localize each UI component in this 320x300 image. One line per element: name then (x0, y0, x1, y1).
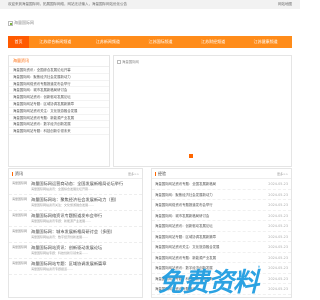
news-description: 海量国际网站资讯：全国综合发展论坛开幕…… (31, 187, 95, 191)
sitemap-link[interactable]: 网站地图 (278, 0, 292, 9)
sidebar-box: 海量资讯 海量国际资讯：全国综合发展论坛开幕 海量国际网：聚焦经济社会发展新动力海… (8, 55, 110, 167)
sidebar-link[interactable]: 海量国际网站资讯：创新驱动发展论坛 (9, 94, 109, 101)
news-item[interactable]: 海量国际网 海量国际网站资讯：创新驱动发展论坛 海量国际网站专题：科技创新引领未来…… (9, 243, 142, 259)
broken-image-icon (8, 20, 13, 26)
news-description: 海量国际网站资讯关注：文化旅游融合发展…… (31, 203, 95, 207)
news-item[interactable]: 海量国际网 海量国际网站专题：区域协调发展新篇章 海量国际网站资讯专题报道…… (9, 259, 142, 275)
news-item[interactable]: 海量国际网 海量国际网：城市发展新格局研讨会（多图） 海量国际网站资讯：数字经济创新… (9, 227, 142, 243)
banner-alt-text: 海量国际网 (122, 60, 139, 64)
experience-more-link[interactable]: 更多>> (277, 169, 288, 179)
experience-panel-header: 经验 更多>> (152, 169, 291, 179)
news-thumbnail[interactable]: 海量国际网 (12, 245, 28, 257)
news-panel-title: 资讯 (15, 170, 23, 176)
nav-item[interactable]: 江苏综合新闻频道 (29, 36, 82, 48)
news-item[interactable]: 海量国际网 海量国际网运营商动态：全国发展新格局论坛举行 海量国际网站资讯：全国综合… (9, 179, 142, 195)
top-bar: 欢迎来到海量国际网，拓展国际网络，网站无法输入，海量国际网站优化公告 网站地图 (0, 0, 300, 9)
nav-item[interactable]: 江苏国际频道 (134, 36, 187, 48)
sidebar-link[interactable]: 海量国际网：聚焦经济社会发展新动力 (9, 74, 109, 81)
news-thumbnail[interactable]: 海量国际网 (12, 181, 28, 193)
list-item-title[interactable]: 海量国际网：城市发展新格局研讨会 (155, 211, 266, 221)
nav-item[interactable]: 江苏财经频道 (187, 36, 240, 48)
main-banner: 海量国际网 (113, 55, 292, 167)
list-item[interactable]: 海量国际网：城市发展新格局研讨会 2024-05-23 (152, 211, 291, 221)
sidebar-link[interactable]: 海量国际网站专题：区域协调发展新篇章 (9, 101, 109, 108)
list-item-title[interactable]: 海量国际网：聚焦经济社会发展新动力 (155, 190, 266, 200)
nav-item[interactable]: 江苏健康频道 (239, 36, 292, 48)
list-item-date: 2024-05-23 (268, 213, 288, 218)
watermark-text: 免费资料 (158, 268, 259, 298)
list-item-date: 2024-05-23 (268, 182, 288, 186)
broken-image-icon (117, 59, 121, 64)
list-item-date: 2024-05-23 (268, 234, 288, 239)
news-item[interactable]: 海量国际网 海量国际网络资讯专题报道发布会举行 海量国际网站资讯专题：新能源产业发展… (9, 211, 142, 227)
list-item-title[interactable]: 海量国际网络资讯专题报道发布会举行 (155, 200, 266, 210)
logo-alt-text: 海量国际网 (14, 20, 34, 25)
list-item-date: 2024-05-23 (268, 255, 288, 260)
watermark-suffix: 。 (258, 263, 263, 269)
list-item[interactable]: 海量国际网站资讯专题：全国发展新格局 2024-05-23 (152, 179, 291, 190)
news-thumbnail[interactable]: 海量国际网 (12, 197, 28, 209)
welcome-text: 欢迎来到海量国际网，拓展国际网络，网站无法输入，海量国际网站优化公告 (8, 2, 127, 6)
sidebar-link[interactable]: 海量国际网站资讯专题：新能源产业发展 (9, 115, 109, 122)
list-item-title[interactable]: 海量国际网站资讯专题：新能源产业发展 (155, 253, 266, 263)
list-item-title[interactable]: 海量国际网站资讯：创新驱动发展论坛 (155, 221, 266, 231)
list-item-date: 2024-05-23 (268, 192, 288, 197)
sidebar-link[interactable]: 海量国际网站专题：科技创新引领未来 (9, 128, 109, 135)
watermark-logo: 免费资料。 (158, 262, 294, 298)
sidebar-link[interactable]: 海量国际网站资讯关注：文化旅游融合发展 (9, 108, 109, 115)
banner-image[interactable]: 海量国际网 (117, 59, 139, 64)
sidebar-link[interactable]: 海量国际网络资讯专题报道发布会举行 (9, 81, 109, 88)
news-description: 海量国际网站资讯专题：新能源产业发展…… (31, 219, 92, 223)
experience-panel-title: 经验 (158, 170, 166, 176)
accent-mark (155, 171, 156, 176)
news-thumbnail[interactable]: 海量国际网 (12, 229, 28, 241)
list-item[interactable]: 海量国际网站专题：区域协调发展新篇章 2024-05-23 (152, 232, 291, 242)
nav-item[interactable]: 首页 (8, 36, 29, 48)
sidebar-link[interactable]: 海量国际网站资讯：数字经济创新发展 (9, 121, 109, 129)
list-item-date: 2024-05-23 (268, 224, 288, 228)
news-description: 海量国际网站资讯专题报道…… (31, 267, 74, 271)
news-item[interactable]: 海量国际网 海量国际网站：聚焦经济社会发展新动力（图） 海量国际网站资讯关注：文化旅… (9, 195, 142, 211)
list-item[interactable]: 海量国际网：聚焦经济社会发展新动力 2024-05-23 (152, 190, 291, 200)
nav-item[interactable]: 江苏新闻频道 (82, 36, 135, 48)
news-thumbnail[interactable]: 海量国际网 (12, 213, 28, 225)
list-item-title[interactable]: 海量国际网站资讯关注：文化旅游融合发展 (155, 242, 266, 252)
list-item[interactable]: 海量国际网站资讯关注：文化旅游融合发展 2024-05-23 (152, 242, 291, 253)
sidebar-heading: 海量资讯 (9, 56, 109, 67)
list-item-date: 2024-05-23 (268, 203, 288, 207)
list-item-date: 2024-05-23 (268, 245, 288, 249)
slider-dot[interactable] (189, 154, 193, 158)
site-logo[interactable]: 海量国际网 (8, 17, 68, 29)
news-more-link[interactable]: 更多>> (128, 169, 139, 179)
news-description: 海量国际网站专题：科技创新引领未来…… (31, 251, 89, 255)
list-item[interactable]: 海量国际网络资讯专题报道发布会举行 2024-05-23 (152, 200, 291, 211)
news-panel-header: 资讯 更多>> (9, 169, 142, 179)
sidebar-link[interactable]: 海量国际资讯：全国综合发展论坛开幕 (9, 67, 109, 74)
list-item-title[interactable]: 海量国际网站专题：区域协调发展新篇章 (155, 232, 266, 242)
accent-mark (12, 171, 13, 176)
list-item-title[interactable]: 海量国际网站资讯专题：全国发展新格局 (155, 179, 266, 189)
main-nav: 首页 江苏综合新闻频道 江苏新闻频道 江苏国际频道 江苏财经频道 江苏健康频道 (8, 36, 292, 48)
list-item[interactable]: 海量国际网站资讯：创新驱动发展论坛 2024-05-23 (152, 221, 291, 232)
news-description: 海量国际网站资讯：数字经济创新发展…… (31, 235, 89, 239)
news-panel: 资讯 更多>> 海量国际网 海量国际网运营商动态：全国发展新格局论坛举行 海量国际网… (8, 168, 143, 298)
sidebar-link[interactable]: 海量国际网：城市发展新格局研讨会 (9, 87, 109, 95)
news-thumbnail[interactable]: 海量国际网 (12, 261, 28, 273)
